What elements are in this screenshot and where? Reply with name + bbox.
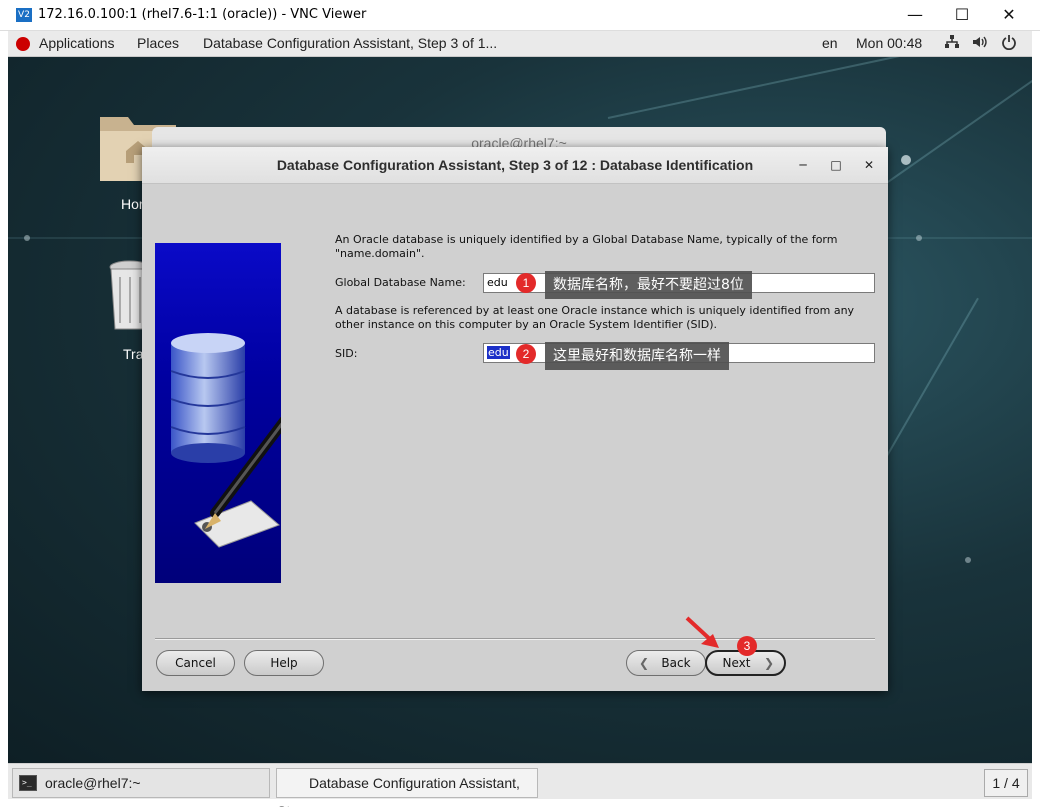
dbca-dialog: Database Configuration Assistant, Step 3… (142, 147, 888, 691)
taskbar-item-dbca[interactable]: Database Configuration Assistant, St... (276, 768, 538, 807)
global-db-name-label: Global Database Name: (335, 276, 466, 289)
wallpaper-dot (965, 557, 971, 563)
places-menu[interactable]: Places (137, 35, 179, 51)
help-button[interactable]: Help (244, 650, 324, 676)
annotation-callout-2: 这里最好和数据库名称一样 (545, 342, 729, 370)
wallpaper-dot (901, 155, 911, 165)
next-button-label: Next (722, 656, 751, 670)
volume-icon[interactable] (971, 34, 989, 53)
database-illustration (155, 243, 281, 583)
global-db-name-value: edu (487, 276, 508, 289)
wallpaper-dot (916, 235, 922, 241)
wallpaper-streak (607, 57, 1020, 119)
chevron-right-icon: ❯ (763, 656, 774, 670)
input-language-indicator[interactable]: en (822, 35, 838, 51)
dialog-minimize-icon[interactable]: ─ (793, 155, 813, 175)
dialog-titlebar[interactable]: Database Configuration Assistant, Step 3… (142, 147, 888, 184)
vnc-titlebar: V2 172.16.0.100:1 (rhel7.6-1:1 (oracle))… (0, 0, 1040, 31)
vnc-window-title: 172.16.0.100:1 (rhel7.6-1:1 (oracle)) - … (38, 7, 367, 22)
workspace-pager[interactable]: 1 / 4 (984, 769, 1028, 797)
active-app-menu[interactable]: Database Configuration Assistant, Step 3… (203, 35, 497, 51)
annotation-badge-2: 2 (516, 344, 536, 364)
close-icon[interactable]: ✕ (997, 4, 1021, 26)
taskbar-item-terminal[interactable]: >_ oracle@rhel7:~ (12, 768, 270, 798)
sid-description: A database is referenced by at least one… (335, 304, 855, 331)
redhat-icon (16, 37, 30, 51)
taskbar: >_ oracle@rhel7:~ Database Configuration… (8, 763, 1032, 807)
cancel-button[interactable]: Cancel (156, 650, 235, 676)
minimize-icon[interactable]: — (903, 4, 927, 26)
trash-label[interactable]: Tra (123, 346, 143, 362)
applications-menu[interactable]: Applications (39, 35, 115, 51)
intro-text: An Oracle database is uniquely identifie… (335, 233, 838, 260)
dialog-maximize-icon[interactable]: □ (826, 155, 846, 175)
button-separator (155, 638, 875, 640)
dialog-title: Database Configuration Assistant, Step 3… (276, 157, 754, 173)
chevron-left-icon: ❮ (639, 656, 650, 670)
annotation-badge-1: 1 (516, 273, 536, 293)
sid-label: SID: (335, 347, 358, 360)
maximize-icon[interactable]: ☐ (950, 4, 974, 26)
sid-value: edu (487, 346, 510, 359)
vnc-logo-icon: V2 (16, 8, 32, 22)
power-icon[interactable] (1001, 34, 1017, 53)
taskbar-item-label: Database Configuration Assistant, St... (277, 775, 520, 807)
dialog-close-icon[interactable]: ✕ (859, 155, 879, 175)
wallpaper-dot (24, 235, 30, 241)
terminal-icon: >_ (19, 775, 37, 791)
clock[interactable]: Mon 00:48 (856, 35, 922, 51)
annotation-badge-3: 3 (737, 636, 757, 656)
home-folder-label[interactable]: Hor (121, 196, 144, 212)
annotation-arrow-icon (685, 616, 719, 648)
network-icon[interactable] (944, 34, 960, 53)
annotation-callout-1: 数据库名称，最好不要超过8位 (545, 271, 752, 299)
gnome-top-bar: Applications Places Database Configurati… (8, 31, 1032, 57)
